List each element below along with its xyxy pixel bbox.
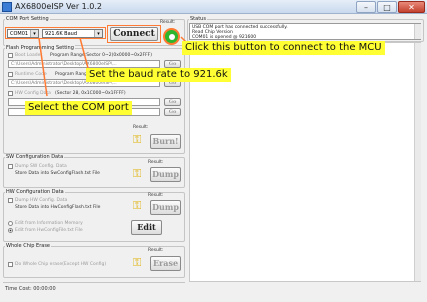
baud-arrow: [79, 37, 89, 69]
baud-callout: Set the baud rate to 921.6k: [86, 68, 231, 82]
port-callout: Select the COM port: [25, 101, 132, 115]
port-arrow: [38, 37, 48, 97]
connect-callout: Click this button to connect to the MCU: [182, 41, 385, 55]
